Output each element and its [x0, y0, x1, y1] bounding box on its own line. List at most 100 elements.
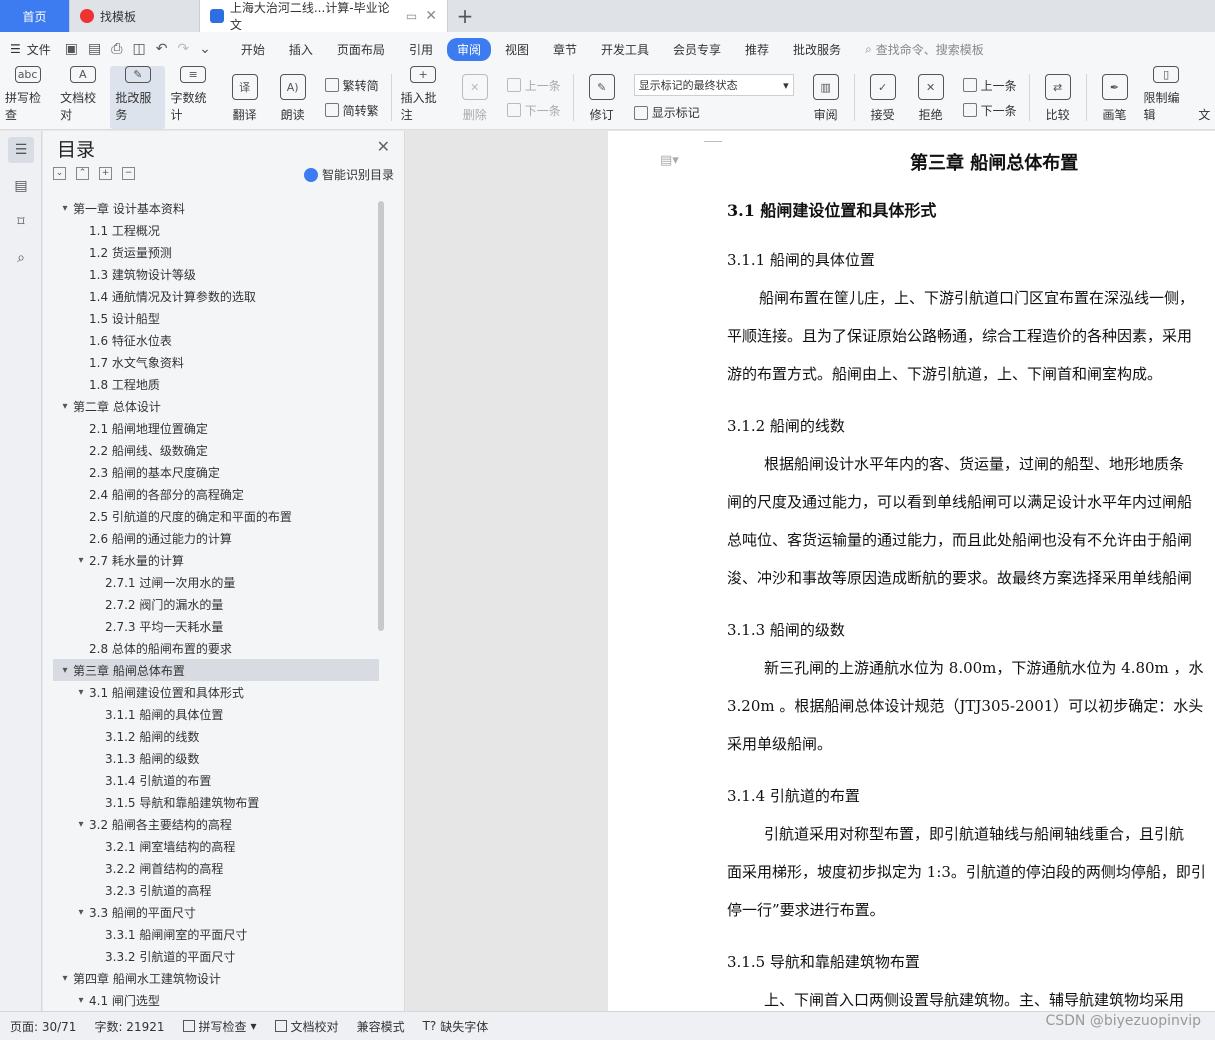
toc-item[interactable]: ▾ 第三章 船闸总体布置	[53, 659, 379, 681]
toc-item[interactable]: ▾ 2.7 耗水量的计算	[53, 549, 379, 571]
menu-view[interactable]: 视图	[495, 38, 539, 61]
toc-item[interactable]: 2.5 引航道的尺度的确定和平面的布置	[53, 505, 379, 527]
status-doc-check[interactable]: 文档校对	[274, 1018, 339, 1035]
expand-toggle-icon[interactable]: ▾	[73, 819, 89, 830]
expand-toggle-icon[interactable]: ▾	[73, 907, 89, 918]
menu-correction[interactable]: 批改服务	[783, 38, 851, 61]
monitor-icon[interactable]: ▭	[406, 9, 417, 23]
preview-icon[interactable]: ◫	[132, 41, 145, 57]
status-spell-check[interactable]: 拼写检查 ▾	[182, 1018, 257, 1035]
revise-button[interactable]: ✎ 修订	[578, 66, 626, 129]
missing-font-button[interactable]: T? 缺失字体	[423, 1018, 489, 1035]
toc-item[interactable]: 2.3 船闸的基本尺度确定	[53, 461, 379, 483]
menu-section[interactable]: 章节	[543, 38, 587, 61]
toc-item[interactable]: 3.3.1 船闸闸室的平面尺寸	[53, 923, 379, 945]
toc-item[interactable]: 1.3 建筑物设计等级	[53, 263, 379, 285]
toc-item[interactable]: 3.1.4 引航道的布置	[53, 769, 379, 791]
command-search[interactable]: ⌕ 查找命令、搜索模板	[865, 41, 984, 58]
menu-page-layout[interactable]: 页面布局	[327, 38, 395, 61]
toc-item[interactable]: ▾ 3.2 船闸各主要结构的高程	[53, 813, 379, 835]
trad-to-simp-button[interactable]: 繁转简	[324, 77, 379, 94]
toc-item[interactable]: 3.2.2 闸首结构的高程	[53, 857, 379, 879]
tab-templates[interactable]: 找模板	[70, 0, 200, 32]
insert-comment-button[interactable]: + 插入批注	[396, 66, 451, 129]
paragraph-menu-icon[interactable]: ▤▾	[660, 153, 679, 168]
expand-toggle-icon[interactable]: ▾	[57, 665, 73, 676]
toc-item[interactable]: 1.2 货运量预测	[53, 241, 379, 263]
toc-item[interactable]: ▾ 第一章 设计基本资料	[53, 197, 379, 219]
expand-toggle-icon[interactable]: ▾	[57, 203, 73, 214]
toc-item[interactable]: ▾ 4.1 闸门选型	[53, 989, 379, 1008]
toc-item[interactable]: 1.8 工程地质	[53, 373, 379, 395]
prev-revision-button[interactable]: 上一条	[962, 77, 1017, 94]
undo-icon[interactable]: ↶	[156, 41, 168, 57]
show-markup-button[interactable]: 显示标记	[633, 104, 794, 121]
search-icon[interactable]: ⌕	[8, 245, 34, 271]
export-icon[interactable]: ▤	[88, 41, 101, 57]
menu-recommend[interactable]: 推荐	[735, 38, 779, 61]
simp-to-trad-button[interactable]: 简转繁	[324, 102, 379, 119]
correction-service-button[interactable]: ✎ 批改服务	[110, 66, 166, 129]
accept-button[interactable]: ✓ 接受	[859, 66, 907, 129]
read-aloud-button[interactable]: A) 朗读	[269, 66, 317, 129]
toc-item[interactable]: 1.7 水文气象资料	[53, 351, 379, 373]
redo-icon[interactable]: ↷	[177, 41, 189, 57]
delete-comment-button[interactable]: ✕ 删除	[451, 66, 499, 129]
menu-devtools[interactable]: 开发工具	[591, 38, 659, 61]
menu-review[interactable]: 审阅	[446, 37, 491, 61]
tab-home[interactable]: 首页	[0, 0, 70, 32]
toc-scrollbar[interactable]	[378, 201, 384, 631]
pen-button[interactable]: ✒ 画笔	[1091, 66, 1139, 129]
menu-member[interactable]: 会员专享	[663, 38, 731, 61]
compare-button[interactable]: ⇄ 比较	[1034, 66, 1082, 129]
toc-item[interactable]: ▾ 3.1 船闸建设位置和具体形式	[53, 681, 379, 703]
toc-item[interactable]: 3.2.1 闸室墙结构的高程	[53, 835, 379, 857]
nav-pane-icon[interactable]: ▤	[8, 173, 34, 199]
file-menu[interactable]: ☰ 文件	[10, 41, 51, 58]
toc-item[interactable]: 1.1 工程概况	[53, 219, 379, 241]
close-icon[interactable]: ✕	[377, 137, 390, 156]
toc-panel-icon[interactable]: ☰	[8, 137, 34, 163]
prev-comment-button[interactable]: 上一条	[506, 77, 561, 94]
next-revision-button[interactable]: 下一条	[962, 102, 1017, 119]
save-icon[interactable]: ▣	[65, 41, 78, 57]
toc-item[interactable]: 2.7.1 过闸一次用水的量	[53, 571, 379, 593]
toc-item[interactable]: 2.8 总体的船闸布置的要求	[53, 637, 379, 659]
toc-item[interactable]: ▾ 第四章 船闸水工建筑物设计	[53, 967, 379, 989]
collapse-all-icon[interactable]: ⌄	[53, 167, 66, 180]
translate-button[interactable]: 译 翻译	[221, 66, 269, 129]
toc-item[interactable]: 3.1.5 导航和靠船建筑物布置	[53, 791, 379, 813]
toc-item[interactable]: 3.2.3 引航道的高程	[53, 879, 379, 901]
menu-start[interactable]: 开始	[231, 38, 275, 61]
toc-item[interactable]: 1.6 特征水位表	[53, 329, 379, 351]
bookmark-icon[interactable]: ⌑	[8, 209, 34, 235]
doc-more-button[interactable]: 文	[1194, 66, 1215, 129]
markup-state-select[interactable]: 显示标记的最终状态 ▾	[633, 74, 794, 96]
toc-item[interactable]: 3.1.2 船闸的线数	[53, 725, 379, 747]
toc-item[interactable]: 2.4 船闸的各部分的高程确定	[53, 483, 379, 505]
reject-button[interactable]: ✕ 拒绝	[907, 66, 955, 129]
toc-item[interactable]: 2.7.2 阀门的漏水的量	[53, 593, 379, 615]
tab-document[interactable]: 上海大治河二线...计算-毕业论文 ▭ ✕	[200, 0, 448, 32]
next-comment-button[interactable]: 下一条	[506, 102, 561, 119]
expand-toggle-icon[interactable]: ▾	[73, 555, 89, 566]
toc-item[interactable]: ▾ 第二章 总体设计	[53, 395, 379, 417]
new-tab-button[interactable]: +	[448, 0, 482, 32]
compat-mode[interactable]: 兼容模式	[357, 1018, 405, 1035]
word-count-indicator[interactable]: 字数: 21921	[94, 1018, 164, 1035]
remove-level-icon[interactable]: −	[122, 167, 135, 180]
word-count-button[interactable]: ≡ 字数统计	[165, 66, 220, 129]
doc-check-button[interactable]: A 文档校对	[55, 66, 110, 129]
expand-toggle-icon[interactable]: ▾	[73, 995, 89, 1006]
smart-toc-button[interactable]: 智能识别目录	[303, 166, 394, 183]
menu-insert[interactable]: 插入	[279, 38, 323, 61]
toc-item[interactable]: 3.1.3 船闸的级数	[53, 747, 379, 769]
expand-toggle-icon[interactable]: ▾	[73, 687, 89, 698]
print-icon[interactable]: ⎙	[111, 41, 122, 57]
toc-item[interactable]: 2.6 船闸的通过能力的计算	[53, 527, 379, 549]
toc-item[interactable]: 3.1.1 船闸的具体位置	[53, 703, 379, 725]
review-pane-button[interactable]: ▥ 审阅	[802, 66, 850, 129]
menu-reference[interactable]: 引用	[399, 38, 443, 61]
expand-toggle-icon[interactable]: ▾	[57, 401, 73, 412]
toc-item[interactable]: ▾ 3.3 船闸的平面尺寸	[53, 901, 379, 923]
